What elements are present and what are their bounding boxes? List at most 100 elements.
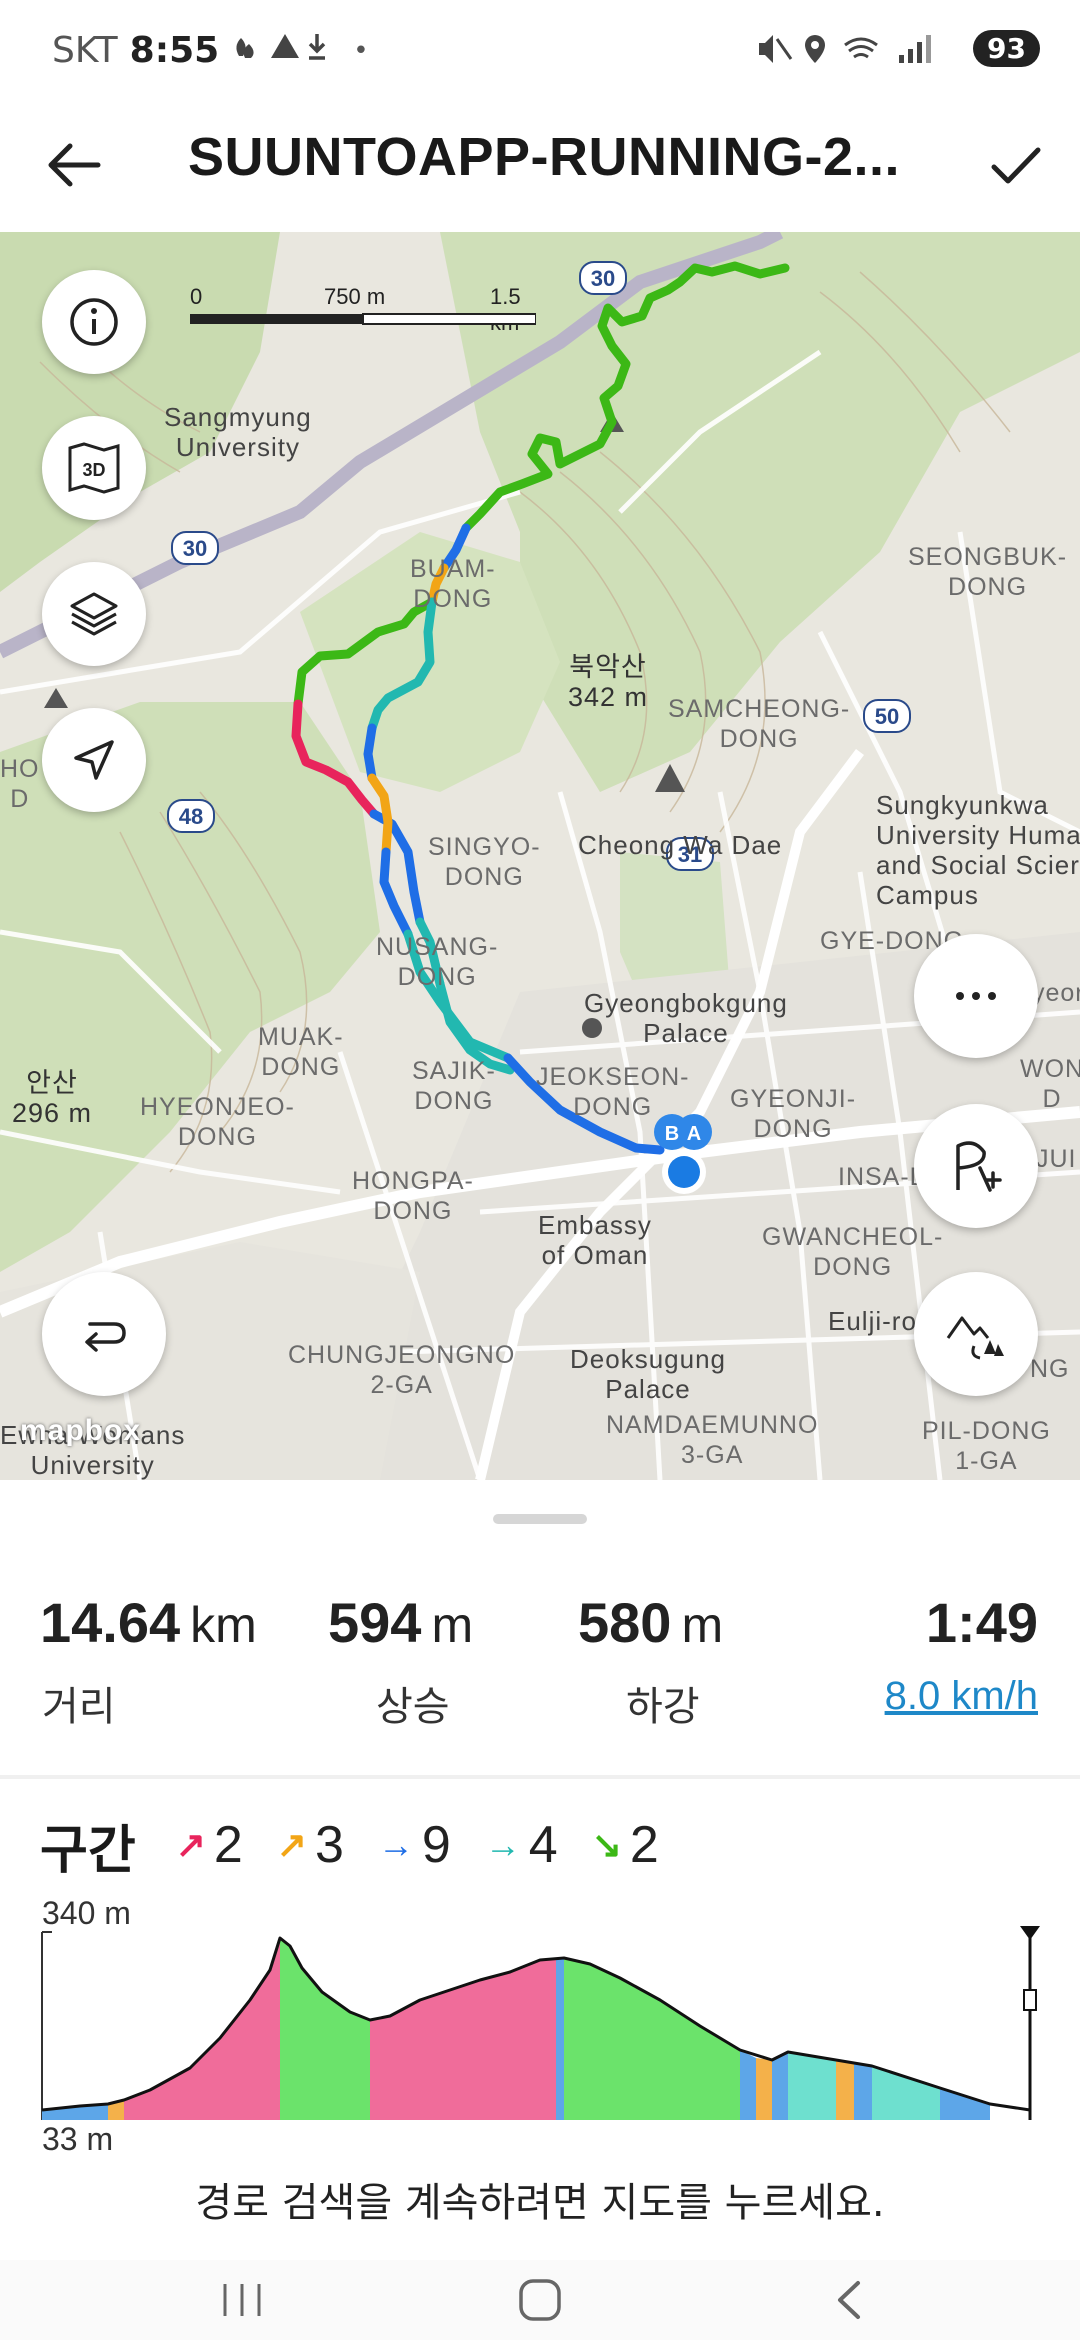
- notification-icons: [231, 28, 341, 73]
- scale-zero: 0: [190, 284, 203, 309]
- label-edge-right-d: yeor: [1032, 979, 1080, 1007]
- status-right: 93: [753, 30, 1040, 67]
- elevation-chart: [41, 1926, 1040, 2120]
- segment-count: 2: [213, 1816, 243, 1874]
- label-chungjeong: CHUNGJEONGNO 2-GA: [288, 1341, 516, 1399]
- segment-count: 9: [421, 1816, 451, 1874]
- locate-button[interactable]: [42, 708, 146, 812]
- back-button[interactable]: [40, 130, 110, 200]
- segment-steep-up: ↗ 2: [176, 1815, 243, 1875]
- battery-indicator: 93: [973, 30, 1040, 67]
- label-gyeongbokgung: Gyeongbokgung Palace: [584, 988, 788, 1048]
- system-back-button[interactable]: [808, 2270, 888, 2330]
- descent-stat: 580 m: [578, 1590, 723, 1655]
- chevron-left-icon: [838, 2281, 860, 2319]
- notification-icon-group: [236, 34, 326, 60]
- label-nusang: NUSANG- DONG: [376, 933, 499, 991]
- more-options-button[interactable]: [914, 934, 1038, 1058]
- ascent-stat: 594 m: [328, 1590, 473, 1655]
- reverse-route-icon: [85, 1322, 126, 1352]
- waypoint-add-icon: [956, 1141, 1002, 1192]
- segment-count: 4: [528, 1816, 558, 1874]
- label-sajik: SAJIK- DONG: [412, 1057, 496, 1115]
- recent-apps-button[interactable]: [202, 2270, 282, 2330]
- road-badge-50: 50: [875, 704, 899, 729]
- add-waypoint-button[interactable]: [914, 1104, 1038, 1228]
- terrain-mode-button[interactable]: [914, 1272, 1038, 1396]
- segment-steep-down: ↘ 2: [592, 1815, 659, 1875]
- segment-count: 3: [314, 1816, 344, 1874]
- arrow-right-icon: →: [484, 1824, 521, 1865]
- label-namdaemun: NAMDAEMUNNO 3-GA: [606, 1411, 819, 1469]
- section-divider: [0, 1775, 1080, 1779]
- label-hongpa: HONGPA- DONG: [352, 1167, 474, 1225]
- label-edge-left: HO D: [0, 755, 40, 813]
- distance-unit: km: [190, 1597, 257, 1653]
- duration-value: 1:49: [925, 1591, 1038, 1654]
- 3d-map-button[interactable]: 3D: [42, 416, 146, 520]
- status-bar: SKT 8:55 • 93: [0, 0, 1080, 100]
- segment-down: → 4: [485, 1815, 558, 1875]
- descent-value: 580: [578, 1591, 672, 1654]
- label-pildong: PIL-DONG 1-GA: [922, 1417, 1051, 1475]
- check-icon: [991, 147, 1041, 184]
- info-button[interactable]: [42, 270, 146, 374]
- label-sangmyung: Sangmyung University: [164, 402, 312, 462]
- label-seongbuk: SEONGBUK- DONG: [908, 543, 1068, 601]
- system-nav-bar: [0, 2260, 1080, 2340]
- info-icon: [70, 298, 118, 346]
- more-notifications-dot: •: [353, 35, 369, 66]
- label-gwancheol: GWANCHEOL- DONG: [762, 1223, 944, 1281]
- distance-stat: 14.64 km: [40, 1590, 257, 1655]
- ascent-label: 상승: [376, 1684, 450, 1730]
- road-badge-30a: 30: [591, 266, 615, 291]
- ascent-value: 594: [328, 1591, 422, 1654]
- label-eulji: Eulji-ro: [828, 1306, 917, 1336]
- distance-value: 14.64: [40, 1591, 181, 1654]
- more-dots-icon: [956, 992, 996, 1000]
- arrow-up-right-icon: ↗: [276, 1824, 307, 1865]
- arrow-left-icon: [48, 143, 101, 187]
- label-ansan: 안산 296 m: [12, 1068, 93, 1128]
- segment-flat: → 9: [378, 1815, 451, 1875]
- save-button[interactable]: [980, 130, 1050, 200]
- route-summary-sheet: 14.64 km 거리 594 m 상승 580 m 하강 1:49 8.0 km/h…: [0, 1480, 1080, 2260]
- scale-mid: 750 m: [324, 284, 386, 309]
- navigation-arrow-icon: [74, 740, 114, 780]
- arrow-right-icon: →: [377, 1824, 414, 1865]
- arrow-down-right-icon: ↘: [591, 1824, 622, 1865]
- segment-summary: 구간 ↗ 2 ↗ 3 → 9 → 4 ↘ 2: [40, 1805, 693, 1885]
- segment-count: 2: [629, 1816, 659, 1874]
- map-scale-bar: 0 750 m 1.5 km: [190, 284, 536, 335]
- reverse-route-button[interactable]: [42, 1272, 166, 1396]
- map-tap-hint: 경로 검색을 계속하려면 지도를 누르세요.: [195, 2180, 885, 2226]
- label-singyo: SINGYO- DONG: [428, 833, 541, 891]
- label-edge-right-a: WON D: [1020, 1055, 1080, 1113]
- road-badge-48: 48: [179, 804, 203, 829]
- route-map[interactable]: 30 30 50 48 31 B A 0 750 m 1.5 Sangmyung…: [0, 232, 1080, 1480]
- elevation-profile[interactable]: 340 m 33 m: [40, 1895, 1050, 2165]
- app-bar: SUUNTOAPP-RUNNING-2...: [0, 100, 1080, 232]
- label-hyeonjeo: HYEONJEO- DONG: [140, 1093, 295, 1151]
- terrain-icon: [946, 1316, 1004, 1360]
- label-bugaksan: 북악산 342 m: [568, 652, 649, 712]
- speed-link[interactable]: 8.0 km/h: [885, 1674, 1038, 1719]
- label-oman: Embassy of Oman: [538, 1210, 652, 1270]
- ascent-unit: m: [431, 1597, 474, 1653]
- segment-up: ↗ 3: [277, 1815, 344, 1875]
- home-button[interactable]: [500, 2270, 580, 2330]
- sheet-drag-handle[interactable]: [493, 1514, 587, 1524]
- map-3d-icon: 3D: [68, 442, 120, 494]
- label-sungkyunkwan: Sungkyunkwa University Huma and Social Sci…: [876, 790, 1080, 910]
- scale-bar-graphic: [190, 313, 536, 325]
- label-edge-right-c: NG: [1030, 1355, 1070, 1383]
- label-gyeonji: GYEONJI- DONG: [730, 1085, 857, 1143]
- carrier-label: SKT: [52, 30, 118, 71]
- segments-title: 구간: [40, 1820, 136, 1881]
- route-stats: 14.64 km 거리 594 m 상승 580 m 하강 1:49 8.0 km/h: [0, 1590, 1080, 1730]
- label-deoksu: Deoksugung Palace: [570, 1344, 726, 1404]
- road-badge-30b: 30: [183, 536, 207, 561]
- label-edge-right-b: JUI: [1036, 1145, 1077, 1173]
- map-layers-button[interactable]: [42, 562, 146, 666]
- home-icon: [519, 2279, 561, 2321]
